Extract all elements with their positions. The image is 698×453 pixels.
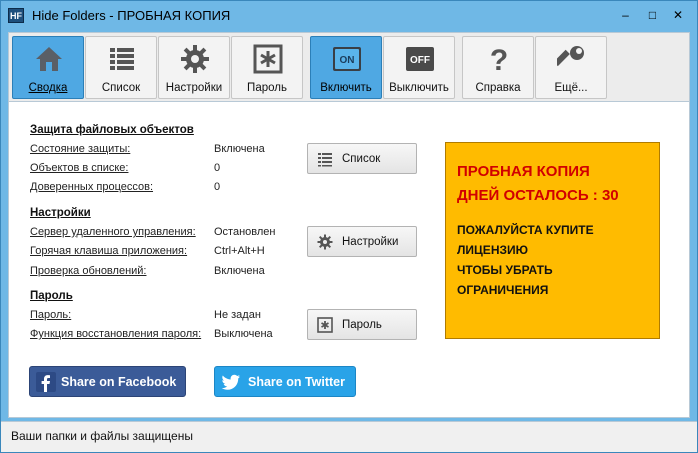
share-twitter-label: Share on Twitter — [248, 375, 346, 389]
password-value: Не задан — [214, 309, 261, 321]
settings-section-title: Настройки — [30, 207, 91, 219]
share-facebook-button[interactable]: Share on Facebook — [29, 366, 186, 397]
toolbar-list-label: Список — [101, 82, 141, 94]
toolbar-help-label: Справка — [475, 82, 521, 94]
help-icon: ? — [490, 44, 508, 74]
toolbar-summary-label: Сводка — [28, 82, 68, 94]
power-off-icon: OFF — [406, 47, 434, 71]
gear-icon — [317, 234, 333, 250]
password-icon — [253, 44, 283, 74]
toolbar-settings-label: Настройки — [165, 82, 223, 94]
svg-text:?: ? — [490, 44, 508, 74]
toolbar-enable-label: Включить — [320, 82, 372, 94]
hotkey-value: Ctrl+Alt+H — [214, 245, 265, 257]
home-icon — [36, 47, 62, 71]
toolbar-disable-label: Выключить — [389, 82, 449, 94]
password-recovery-value: Выключена — [214, 328, 273, 340]
toolbar-password-button[interactable]: Пароль — [231, 36, 303, 99]
objects-count-label[interactable]: Объектов в списке: — [30, 162, 128, 174]
toolbar-list-button[interactable]: Список — [85, 36, 157, 99]
facebook-icon — [36, 372, 56, 392]
list-button-label: Список — [342, 153, 381, 165]
toolbar: Сводка Список Настройки Пароль ON Включи… — [8, 32, 690, 102]
trial-notice[interactable]: ПРОБНАЯ КОПИЯ ДНЕЙ ОСТАЛОСЬ : 30 ПОЖАЛУЙ… — [445, 142, 660, 339]
svg-text:OFF: OFF — [410, 55, 430, 66]
share-twitter-button[interactable]: Share on Twitter — [214, 366, 356, 397]
toolbar-more-button[interactable]: Ещё... — [535, 36, 607, 99]
protection-section-title: Защита файловых объектов — [30, 124, 194, 136]
settings-button[interactable]: Настройки — [307, 226, 417, 257]
trial-message-line: ОГРАНИЧЕНИЯ — [457, 283, 549, 297]
list-icon — [110, 48, 134, 70]
power-on-icon: ON — [333, 47, 361, 71]
toolbar-settings-button[interactable]: Настройки — [158, 36, 230, 99]
toolbar-disable-button[interactable]: OFF Выключить — [383, 36, 455, 99]
share-facebook-label: Share on Facebook — [61, 375, 177, 389]
trial-days-left: ДНЕЙ ОСТАЛОСЬ : 30 — [457, 187, 619, 204]
maximize-button[interactable]: □ — [639, 5, 666, 25]
hotkey-label[interactable]: Горячая клавиша приложения: — [30, 245, 187, 257]
toolbar-enable-button[interactable]: ON Включить — [310, 36, 382, 99]
summary-panel: Защита файловых объектов Состояние защит… — [8, 102, 690, 418]
objects-count-value: 0 — [214, 162, 221, 174]
toolbar-summary-button[interactable]: Сводка — [12, 36, 84, 99]
password-label[interactable]: Пароль: — [30, 309, 71, 321]
password-button-label: Пароль — [342, 319, 382, 331]
toolbar-help-button[interactable]: ? Справка — [462, 36, 534, 99]
protection-state-label[interactable]: Состояние защиты: — [30, 143, 130, 155]
password-icon — [317, 317, 333, 333]
wrench-icon — [557, 46, 584, 67]
remote-server-label[interactable]: Сервер удаленного управления: — [30, 226, 196, 238]
minimize-button[interactable]: – — [612, 5, 639, 25]
trusted-processes-value: 0 — [214, 181, 221, 193]
status-bar: Ваши папки и файлы защищены — [1, 421, 697, 452]
password-section-title: Пароль — [30, 290, 73, 302]
toolbar-password-label: Пароль — [247, 82, 287, 94]
trial-message-line: ПОЖАЛУЙСТА КУПИТЕ — [457, 223, 594, 237]
update-check-label[interactable]: Проверка обновлений: — [30, 265, 146, 277]
protection-state-value: Включена — [214, 143, 265, 155]
settings-button-label: Настройки — [342, 236, 399, 248]
twitter-icon — [221, 374, 240, 390]
app-window: HF Hide Folders - ПРОБНАЯ КОПИЯ – □ ✕ Св… — [0, 0, 698, 453]
trial-message-line: ЛИЦЕНЗИЮ — [457, 243, 528, 257]
svg-text:ON: ON — [340, 55, 355, 66]
window-title: Hide Folders - ПРОБНАЯ КОПИЯ — [32, 8, 231, 23]
title-bar[interactable]: HF Hide Folders - ПРОБНАЯ КОПИЯ – □ ✕ — [1, 1, 697, 31]
app-logo-icon: HF — [8, 8, 24, 23]
close-button[interactable]: ✕ — [663, 5, 693, 25]
list-button[interactable]: Список — [307, 143, 417, 174]
trial-message-line: ЧТОБЫ УБРАТЬ — [457, 263, 553, 277]
update-check-value: Включена — [214, 265, 265, 277]
password-recovery-label[interactable]: Функция восстановления пароля: — [30, 328, 201, 340]
toolbar-more-label: Ещё... — [554, 82, 588, 94]
password-button[interactable]: Пароль — [307, 309, 417, 340]
gear-icon — [181, 45, 209, 73]
list-icon — [318, 153, 332, 167]
status-text: Ваши папки и файлы защищены — [11, 429, 193, 443]
remote-server-value: Остановлен — [214, 226, 276, 238]
trial-title: ПРОБНАЯ КОПИЯ — [457, 163, 590, 180]
trusted-processes-label[interactable]: Доверенных процессов: — [30, 181, 153, 193]
